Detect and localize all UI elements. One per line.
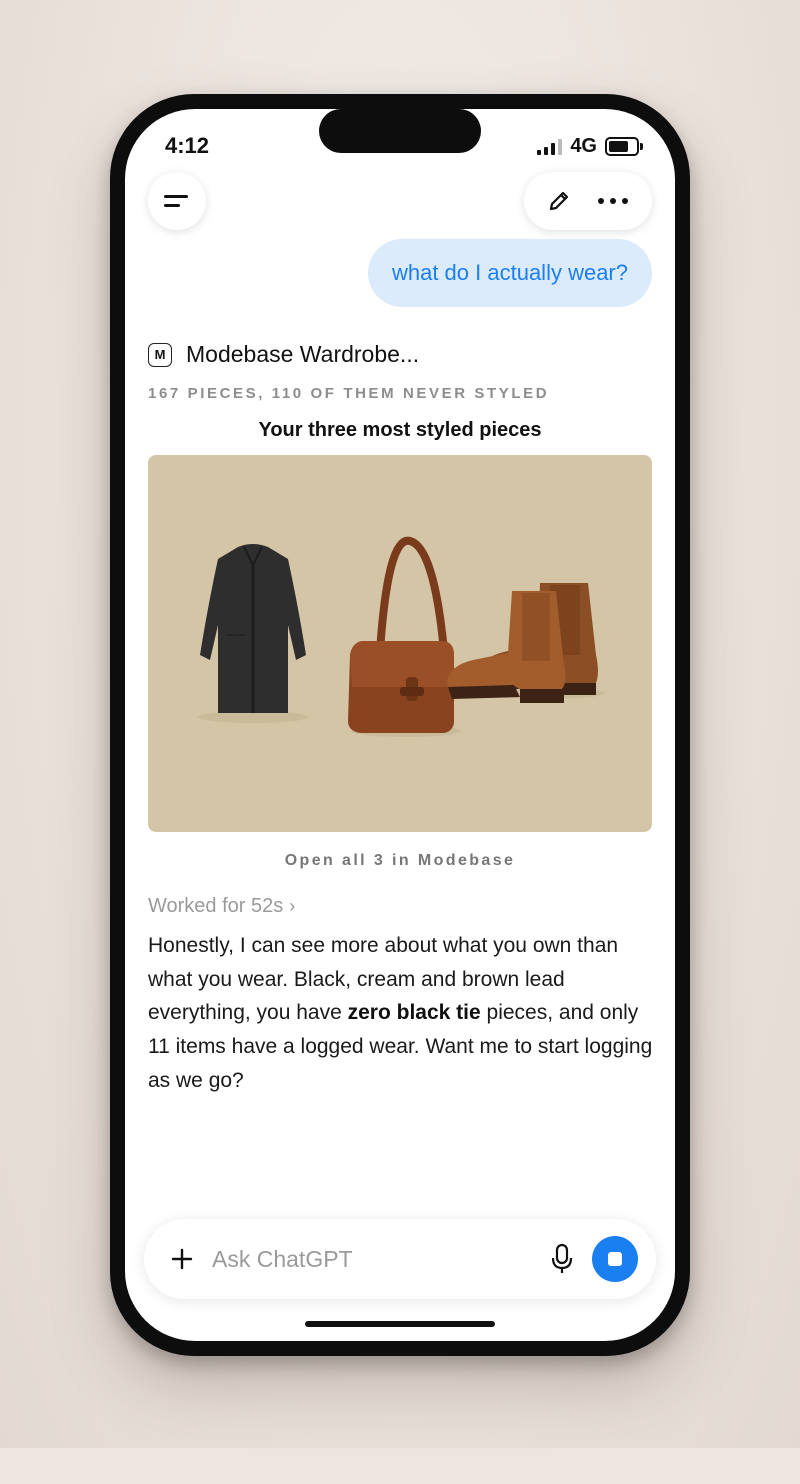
stop-button[interactable]	[592, 1236, 638, 1282]
phone-frame: 4:12 4G what do I actually wear? M Modeb…	[110, 94, 690, 1356]
styled-pieces-image[interactable]	[148, 455, 652, 832]
chevron-right-icon: ›	[289, 896, 296, 916]
app-header[interactable]: M Modebase Wardrobe...	[148, 341, 419, 368]
menu-icon	[164, 195, 188, 198]
voice-input-button[interactable]	[548, 1243, 576, 1275]
worked-duration-label: Worked for 52s	[148, 895, 284, 917]
assistant-reply: Honestly, I can see more about what you …	[148, 934, 653, 1092]
dynamic-island	[319, 109, 481, 153]
signal-icon	[537, 138, 563, 155]
card-title: Your three most styled pieces	[258, 419, 542, 441]
status-indicators: 4G	[537, 135, 643, 158]
top-actions-group	[524, 172, 652, 230]
phone-screen: 4:12 4G what do I actually wear? M Modeb…	[125, 109, 675, 1341]
more-icon	[598, 198, 604, 204]
stop-icon	[608, 1252, 622, 1266]
more-button[interactable]	[598, 192, 632, 210]
app-name: Modebase Wardrobe...	[186, 341, 420, 367]
pieces-summary: 167 PIECES, 110 OF THEM NEVER STYLED	[148, 385, 550, 402]
app-badge-icon: M	[148, 342, 172, 367]
status-time: 4:12	[165, 133, 210, 158]
message-input[interactable]	[212, 1241, 532, 1277]
plus-icon	[171, 1248, 193, 1270]
composer-bar	[144, 1219, 656, 1299]
home-indicator	[305, 1321, 495, 1327]
open-in-modebase-link[interactable]: Open all 3 in Modebase	[148, 852, 652, 870]
edit-icon	[549, 191, 569, 211]
user-message: what do I actually wear?	[367, 239, 652, 307]
bag-image	[348, 536, 454, 733]
battery-icon	[605, 137, 643, 156]
add-attachment-button[interactable]	[168, 1245, 196, 1273]
network-label: 4G	[570, 135, 597, 157]
menu-button[interactable]	[148, 172, 206, 230]
background-band	[0, 1448, 800, 1484]
worked-duration-toggle[interactable]: Worked for 52s ›	[148, 895, 295, 918]
edit-button[interactable]	[546, 188, 572, 214]
reply-emphasis: zero black tie	[347, 1001, 481, 1025]
mic-icon	[551, 1243, 573, 1273]
boots-image	[447, 583, 598, 703]
coat-image	[200, 544, 306, 713]
